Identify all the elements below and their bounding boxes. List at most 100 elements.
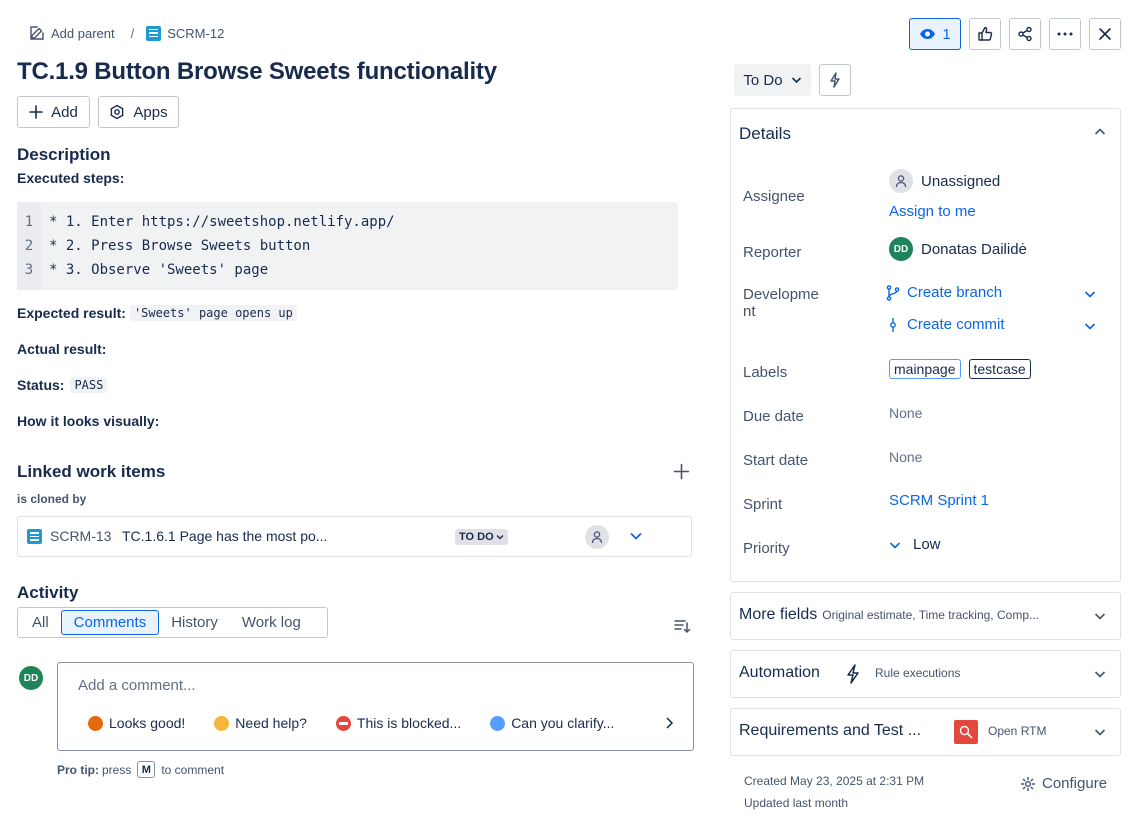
close-button[interactable] xyxy=(1089,18,1121,50)
task-icon xyxy=(146,25,162,41)
due-date-label: Due date xyxy=(743,408,804,425)
chip-blocked[interactable]: This is blocked... xyxy=(335,715,461,731)
more-fields-sub: Original estimate, Time tracking, Comp..… xyxy=(822,608,1039,622)
create-commit-link[interactable]: Create commit xyxy=(886,316,1005,333)
sort-icon[interactable] xyxy=(673,618,691,634)
code-text: * 3. Observe 'Sweets' page xyxy=(49,262,269,278)
create-branch-label: Create branch xyxy=(907,284,1003,301)
lightning-icon xyxy=(846,664,860,684)
chevron-right-icon[interactable] xyxy=(662,716,674,730)
development-label-line: Developme xyxy=(743,286,819,303)
thumbs-up-icon xyxy=(977,26,993,42)
assign-to-me-link[interactable]: Assign to me xyxy=(889,203,976,220)
unassigned-avatar xyxy=(585,525,609,549)
watch-count: 1 xyxy=(942,25,951,43)
more-fields-heading: More fields xyxy=(739,606,818,623)
linked-item-status-label: TO DO xyxy=(459,531,494,543)
chip-need-help[interactable]: Need help? xyxy=(214,715,307,731)
chevron-down-icon xyxy=(496,533,504,541)
status-button[interactable]: To Do xyxy=(734,64,811,96)
assignee-label: Assignee xyxy=(743,188,805,205)
automation-trigger-button[interactable] xyxy=(819,64,851,96)
add-button[interactable]: Add xyxy=(17,96,90,128)
pro-tip: Pro tip: press M to comment xyxy=(57,761,224,778)
assignee-name: Unassigned xyxy=(921,172,1001,190)
breadcrumb-issue-link[interactable]: SCRM-12 xyxy=(146,25,224,41)
breadcrumb: Add parent / SCRM-12 xyxy=(29,22,224,44)
vote-button[interactable] xyxy=(969,18,1001,50)
waving-hand-icon xyxy=(214,715,230,731)
chevron-down-icon[interactable] xyxy=(1094,611,1106,621)
chevron-down-icon[interactable] xyxy=(1094,669,1106,679)
create-commit-label: Create commit xyxy=(907,316,1005,333)
requirements-sub[interactable]: Open RTM xyxy=(988,724,1046,738)
more-fields-header[interactable]: More fields Original estimate, Time trac… xyxy=(739,606,1039,624)
requirements-heading: Requirements and Test ... xyxy=(739,722,922,739)
share-button[interactable] xyxy=(1009,18,1041,50)
activity-heading: Activity xyxy=(17,583,79,602)
code-text: * 2. Press Browse Sweets button xyxy=(49,238,311,254)
tab-comments[interactable]: Comments xyxy=(60,610,160,635)
comment-input[interactable]: Add a comment... Looks good! Need help? … xyxy=(57,662,694,751)
assignee-value[interactable]: Unassigned xyxy=(889,169,1000,193)
add-button-label: Add xyxy=(51,103,78,121)
current-user-avatar: DD xyxy=(19,666,43,690)
chevron-down-icon[interactable] xyxy=(1094,727,1106,737)
priority-label: Priority xyxy=(743,540,790,557)
line-number: 1 xyxy=(24,214,34,230)
watch-button[interactable]: 1 xyxy=(909,18,961,50)
details-heading[interactable]: Details xyxy=(739,124,791,144)
code-line: 2 * 2. Press Browse Sweets button xyxy=(17,234,311,258)
party-popper-icon xyxy=(88,715,103,731)
apps-button[interactable]: Apps xyxy=(98,96,179,128)
add-link-button[interactable] xyxy=(673,463,690,480)
configure-label: Configure xyxy=(1042,775,1108,792)
development-label-line: nt xyxy=(743,303,756,320)
chevron-down-icon[interactable] xyxy=(629,531,643,541)
due-date-value[interactable]: None xyxy=(889,405,922,421)
chevron-down-icon[interactable] xyxy=(1084,321,1096,331)
tab-work-log[interactable]: Work log xyxy=(230,610,313,635)
priority-low-icon xyxy=(889,540,901,550)
priority-name: Low xyxy=(913,536,941,553)
chevron-up-icon[interactable] xyxy=(1094,127,1106,137)
start-date-value[interactable]: None xyxy=(889,449,922,465)
commit-icon xyxy=(886,317,900,333)
configure-button[interactable]: Configure xyxy=(1020,775,1107,792)
more-icon xyxy=(1057,32,1073,36)
eye-icon xyxy=(919,28,936,40)
no-entry-icon xyxy=(335,715,351,731)
linked-item-status[interactable]: TO DO xyxy=(455,529,508,545)
unassigned-avatar xyxy=(889,169,913,193)
expected-result-label: Expected result: xyxy=(17,305,126,321)
chevron-down-icon[interactable] xyxy=(1084,289,1096,299)
tab-all[interactable]: All xyxy=(20,610,61,635)
status-button-label: To Do xyxy=(743,71,783,89)
tab-history[interactable]: History xyxy=(159,610,230,635)
task-icon xyxy=(27,529,42,544)
labels-list[interactable]: mainpage testcase xyxy=(889,359,1031,379)
plus-icon xyxy=(673,463,690,480)
automation-heading: Automation xyxy=(739,664,820,681)
edit-icon xyxy=(29,25,45,41)
reporter-value[interactable]: DD Donatas Dailidė xyxy=(889,237,1027,261)
page-title[interactable]: TC.1.9 Button Browse Sweets functionalit… xyxy=(17,58,497,86)
label-tag[interactable]: testcase xyxy=(968,359,1031,379)
priority-value[interactable]: Low xyxy=(889,536,941,553)
add-parent-link[interactable]: Add parent xyxy=(29,25,115,41)
create-branch-link[interactable]: Create branch xyxy=(886,284,1002,301)
more-actions-button[interactable] xyxy=(1049,18,1081,50)
code-block[interactable]: 1 * 1. Enter https://sweetshop.netlify.a… xyxy=(17,202,678,290)
breadcrumb-separator: / xyxy=(130,25,135,41)
linked-item-summary[interactable]: TC.1.6.1 Page has the most po... xyxy=(122,528,327,544)
linked-item-key[interactable]: SCRM-13 xyxy=(50,528,111,544)
visual-label: How it looks visually: xyxy=(17,413,160,429)
sprint-value[interactable]: SCRM Sprint 1 xyxy=(889,492,989,509)
labels-label: Labels xyxy=(743,364,788,381)
linked-item-row[interactable]: SCRM-13 TC.1.6.1 Page has the most po...… xyxy=(17,516,692,557)
chip-looks-good[interactable]: Looks good! xyxy=(88,715,185,731)
chip-clarify[interactable]: Can you clarify... xyxy=(490,715,614,731)
branch-icon xyxy=(886,284,900,301)
label-tag[interactable]: mainpage xyxy=(889,359,961,379)
reporter-label: Reporter xyxy=(743,244,802,261)
